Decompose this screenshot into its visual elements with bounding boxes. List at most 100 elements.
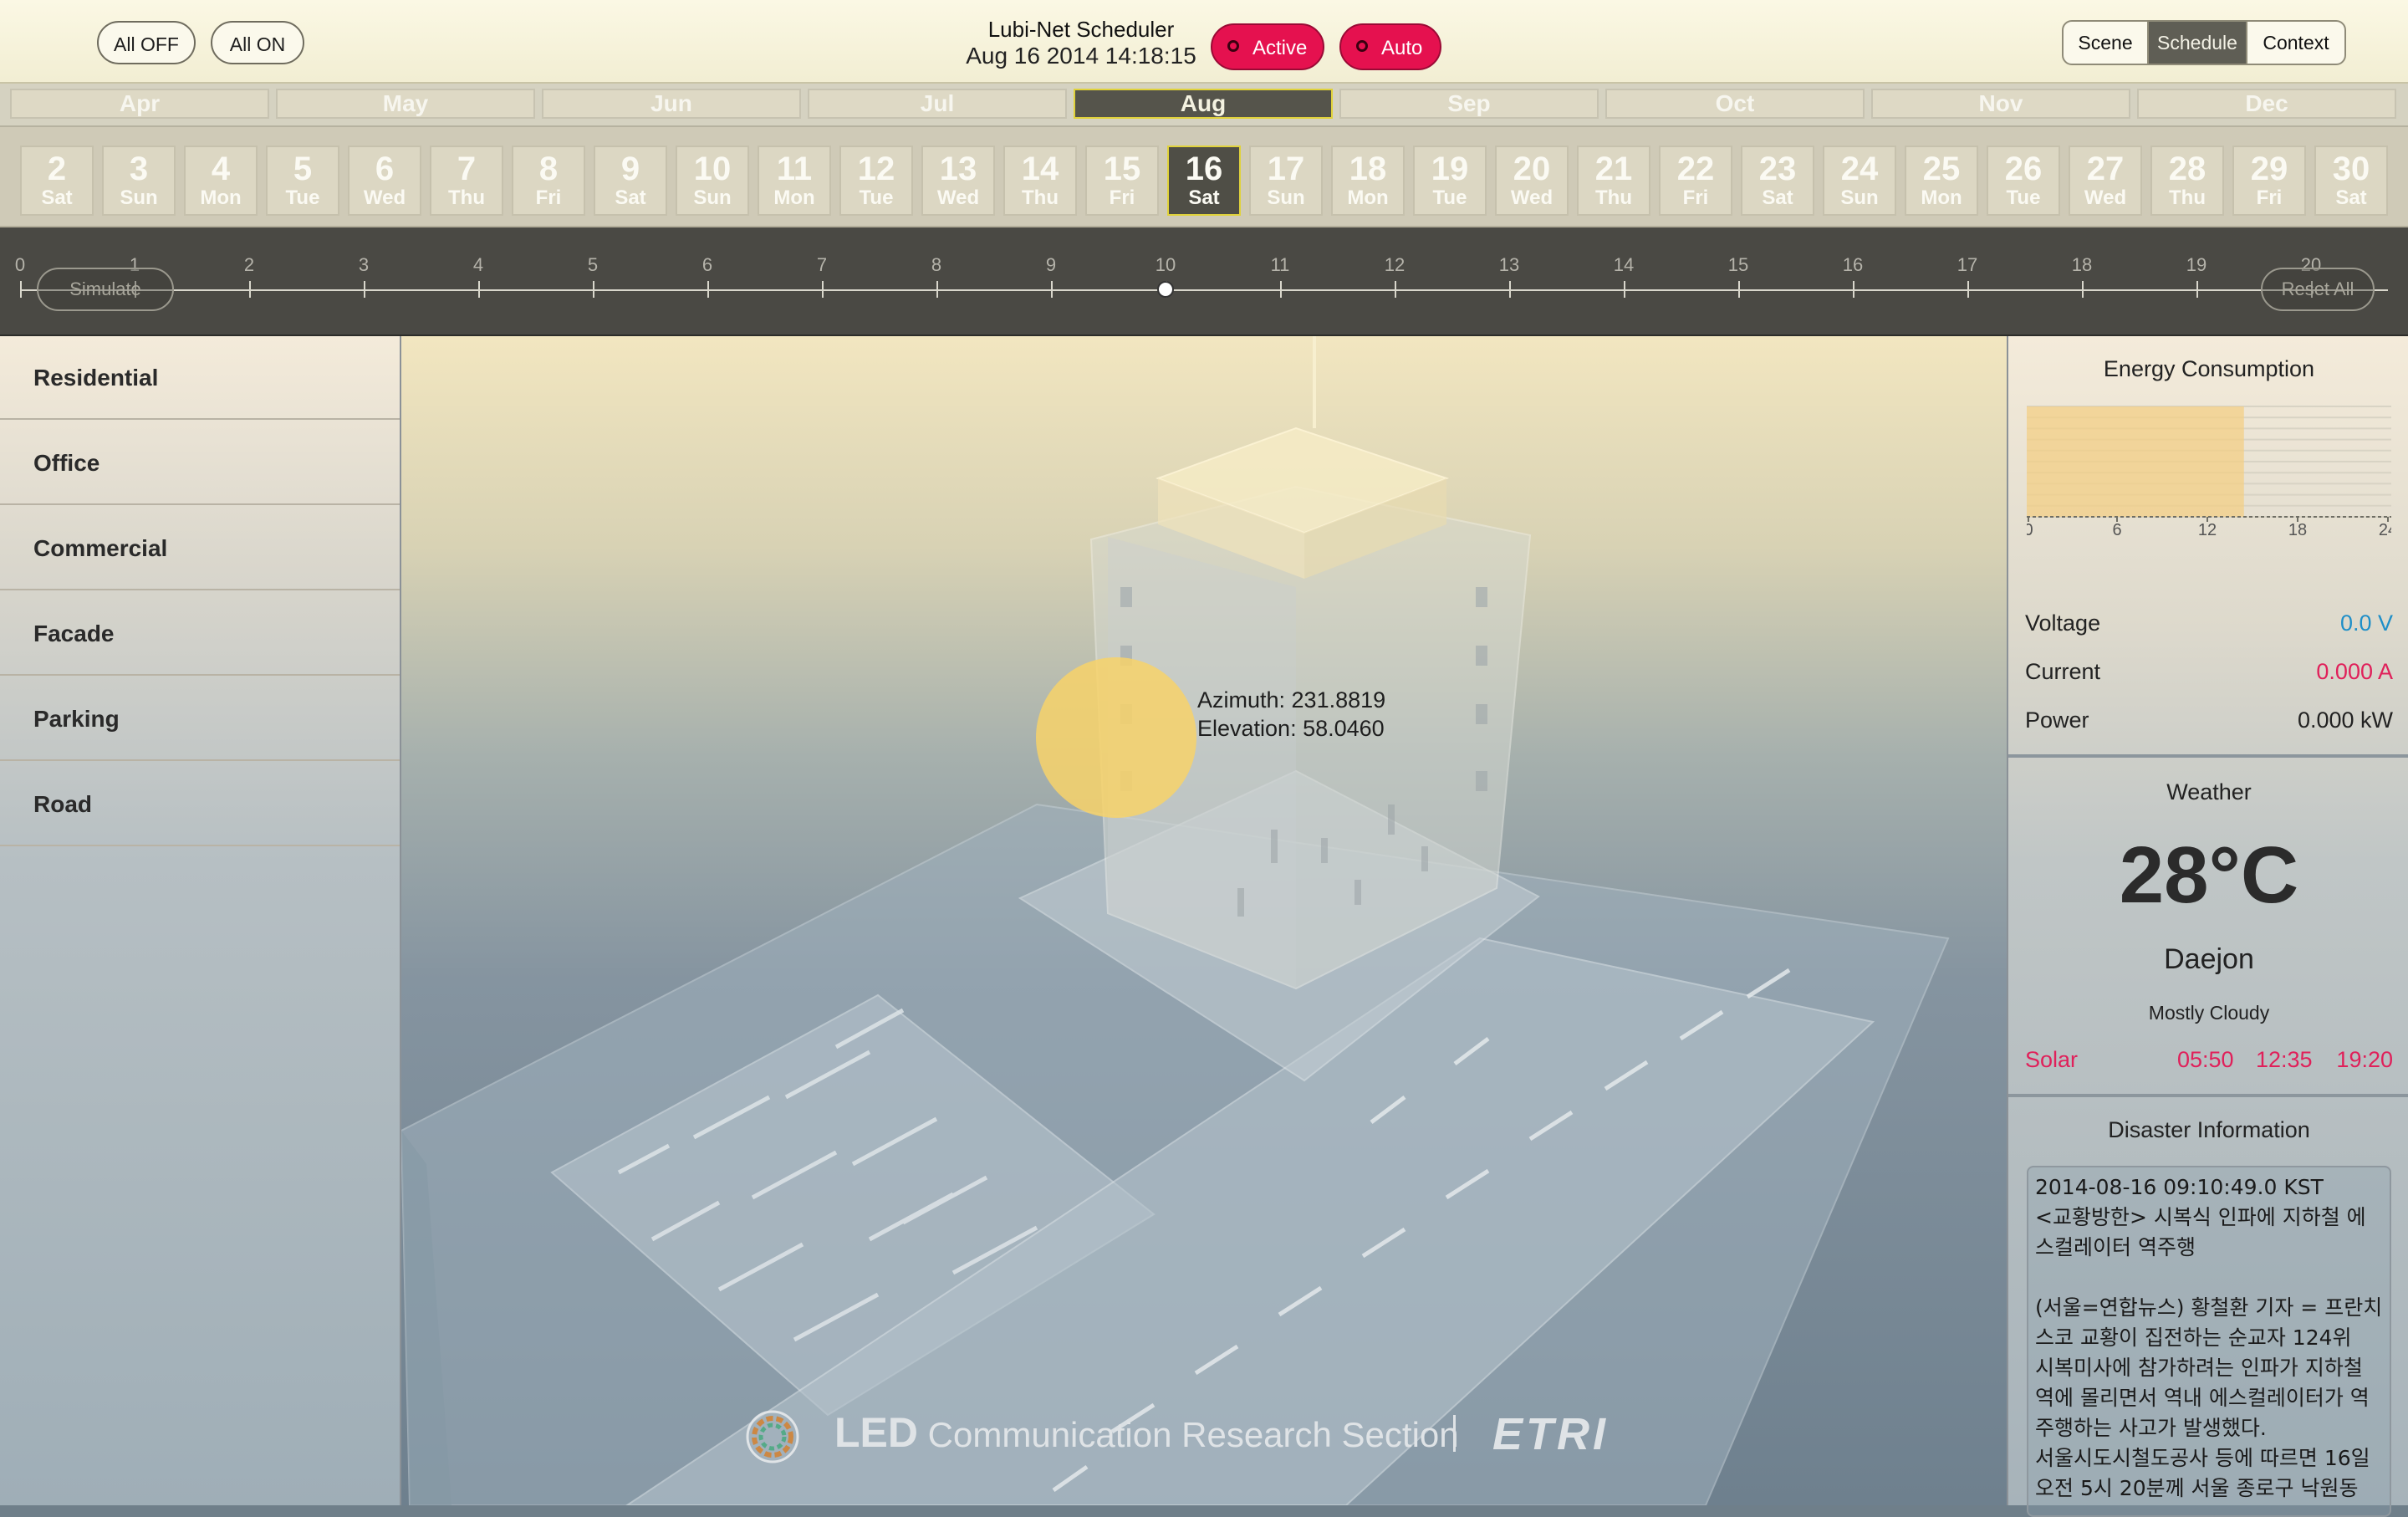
day-weekday: Wed [2084,186,2127,209]
day-13[interactable]: 13 Wed [921,146,995,216]
tab-scene[interactable]: Scene [2062,20,2149,65]
solar-row: Solar 05:50 12:35 19:20 [2025,1047,2393,1073]
day-27[interactable]: 27 Wed [2069,146,2142,216]
panel-divider [2008,754,2408,758]
day-23[interactable]: 23 Sat [1741,146,1814,216]
day-4[interactable]: 4 Mon [184,146,258,216]
day-number: 15 [1103,151,1141,187]
day-19[interactable]: 19 Tue [1413,146,1487,216]
temperature: 28°C [2119,830,2299,920]
month-may[interactable]: May [276,89,535,119]
day-weekday: Sat [1762,186,1793,209]
day-3[interactable]: 3 Sun [102,146,176,216]
disaster-text-line: 서울시도시철도공사 등에 따르면 16일 [2035,1446,2370,1470]
sunrise-time: 05:50 [2177,1047,2234,1072]
day-9[interactable]: 9 Sat [594,146,667,216]
day-24[interactable]: 24 Sun [1823,146,1896,216]
day-8[interactable]: 8 Fri [512,146,585,216]
day-weekday: Fri [2256,186,2283,209]
app-title: Lubi-Net Scheduler [987,17,1175,42]
day-18[interactable]: 18 Mon [1331,146,1405,216]
info-panel: Energy Consumption 0 6 12 18 24 Voltage 0.0 … [2007,336,2408,1517]
day-weekday: Wed [936,186,980,209]
category-office[interactable]: Office [0,421,400,505]
timeline-tick-label: 19 [2186,254,2207,275]
category-commercial[interactable]: Commercial [0,507,400,590]
timeline-tick [249,281,251,298]
simulate-button[interactable]: Simulate [37,268,174,311]
month-dec[interactable]: Dec [2137,89,2396,119]
active-toggle[interactable]: Active [1211,23,1324,70]
day-17[interactable]: 17 Sun [1249,146,1323,216]
day-16[interactable]: 16 Sat [1167,146,1241,216]
tab-schedule[interactable]: Schedule [2147,20,2247,65]
timeline-tick-label: 16 [1842,254,1864,275]
day-28[interactable]: 28 Thu [2150,146,2224,216]
timeline-thumb[interactable] [1157,281,1174,298]
day-22[interactable]: 22 Fri [1659,146,1732,216]
day-15[interactable]: 15 Fri [1085,146,1159,216]
day-21[interactable]: 21 Thu [1577,146,1650,216]
day-number: 28 [2168,151,2206,187]
day-7[interactable]: 7 Thu [430,146,503,216]
timeline-tick [1624,281,1625,298]
day-6[interactable]: 6 Wed [348,146,421,216]
tab-context[interactable]: Context [2246,20,2346,65]
reset-all-button[interactable]: Reset All [2261,268,2375,311]
timeline-tick [593,281,594,298]
all-off-button[interactable]: All OFF [97,21,196,64]
chart-x-tick-label: 24 [2379,521,2391,537]
disaster-news-box[interactable]: 2014-08-16 09:10:49.0 KST <교황방한> 시복식 인파에 … [2027,1166,2391,1517]
category-residential[interactable]: Residential [0,336,400,420]
day-29[interactable]: 29 Fri [2232,146,2306,216]
timeline-tick-label: 15 [1727,254,1749,275]
category-road[interactable]: Road [0,763,400,846]
day-weekday: Mon [1347,186,1389,209]
sunset-time: 19:20 [2336,1047,2393,1072]
category-facade[interactable]: Facade [0,592,400,676]
day-number: 6 [375,151,395,187]
disaster-text-line: <교황방한> 시복식 인파에 지하철 에 [2035,1205,2366,1229]
day-14[interactable]: 14 Thu [1003,146,1077,216]
timeline-track[interactable] [20,289,2388,291]
month-oct[interactable]: Oct [1605,89,1865,119]
chart-x-tick-label: 18 [2288,521,2307,537]
day-10[interactable]: 10 Sun [676,146,749,216]
timeline-tick-label: 11 [1270,254,1290,275]
building-3d-view[interactable]: Azimuth: 231.8819 Elevation: 58.0460 LED… [401,336,2007,1505]
day-number: 27 [2086,151,2125,187]
day-number: 18 [1349,151,1387,187]
top-bar: All OFF All ON Lubi-Net Scheduler Aug 16… [0,0,2408,84]
month-jun[interactable]: Jun [542,89,801,119]
timeline-tick-label: 10 [1155,254,1176,275]
timeline-tick-label: 18 [2071,254,2093,275]
day-number: 12 [857,151,895,187]
month-jul[interactable]: Jul [808,89,1067,119]
energy-chart: 0 6 12 18 24 [2027,406,2391,537]
day-11[interactable]: 11 Mon [758,146,831,216]
day-12[interactable]: 12 Tue [839,146,913,216]
month-aug[interactable]: Aug [1074,89,1333,119]
day-number: 9 [620,151,640,187]
day-25[interactable]: 25 Mon [1905,146,1978,216]
auto-toggle[interactable]: Auto [1339,23,1441,70]
timeline-tick [1051,281,1053,298]
day-26[interactable]: 26 Tue [1987,146,2060,216]
etri-logo: ETRI [1492,1409,1610,1459]
day-number: 22 [1676,151,1715,187]
day-weekday: Sun [693,186,732,209]
month-nov[interactable]: Nov [1871,89,2130,119]
day-number: 24 [1840,151,1879,187]
day-weekday: Sat [41,186,73,209]
weather-condition: Mostly Cloudy [2148,1002,2270,1024]
month-sep[interactable]: Sep [1339,89,1599,119]
day-2[interactable]: 2 Sat [20,146,94,216]
category-parking[interactable]: Parking [0,677,400,761]
day-20[interactable]: 20 Wed [1495,146,1569,216]
day-weekday: Thu [1595,186,1632,209]
day-5[interactable]: 5 Tue [266,146,339,216]
day-30[interactable]: 30 Sat [2314,146,2388,216]
month-apr[interactable]: Apr [10,89,269,119]
energy-title: Energy Consumption [2103,356,2315,381]
all-on-button[interactable]: All ON [211,21,304,64]
